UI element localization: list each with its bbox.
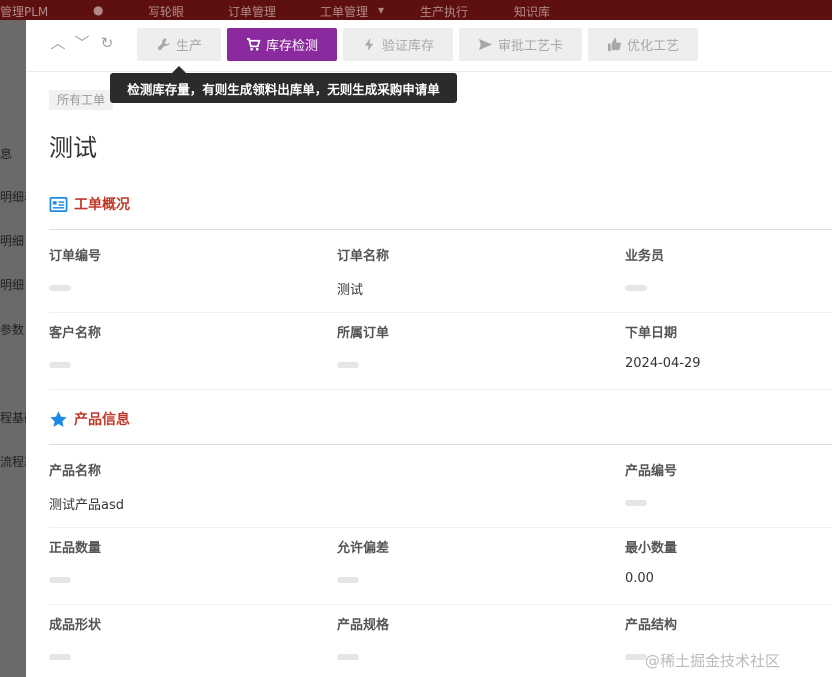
tolerance-value-empty	[337, 577, 359, 583]
spec-value-empty	[337, 654, 359, 660]
nav-dot-icon: ●	[93, 3, 104, 17]
chevron-down-icon[interactable]: ﹀	[73, 34, 91, 52]
salesperson-label: 业务员	[625, 249, 665, 264]
id-card-icon	[49, 196, 68, 212]
product-name-value: 测试产品asd	[49, 498, 124, 513]
approve-process-card-button[interactable]: 审批工艺卡	[459, 28, 582, 61]
produce-label: 生产	[175, 39, 202, 54]
nav-item[interactable]: 写轮眼	[148, 3, 184, 20]
background-sidebar: 息 明细表 明细 明细 参数 程基础 流程基	[0, 20, 36, 677]
refresh-icon[interactable]: ↻	[98, 34, 116, 52]
chevron-up-icon[interactable]: ︿	[49, 34, 67, 52]
order-no-label: 订单编号	[49, 249, 102, 264]
min-qty-label: 最小数量	[625, 541, 678, 556]
order-name-label: 订单名称	[337, 249, 390, 264]
app-name: 管理PLM	[0, 5, 49, 19]
order-name-value: 测试	[337, 283, 364, 298]
row-divider	[49, 389, 832, 390]
star-icon	[50, 410, 67, 427]
section-overview-header: 工单概况	[49, 194, 130, 214]
sidebar-item[interactable]: 息	[0, 145, 12, 162]
sidebar-item[interactable]: 明细	[0, 232, 24, 249]
parent-order-label: 所属订单	[337, 326, 390, 341]
sidebar-item[interactable]: 明细	[0, 276, 24, 293]
section-divider	[49, 229, 832, 230]
row-divider	[49, 604, 832, 605]
work-order-dialog: ︿ ﹀ ↻ 生产 库存检测 验证库存 审批工艺卡 优化工艺 所有工单 检测库存量…	[26, 20, 832, 677]
inventory-check-label: 库存检测	[265, 39, 318, 54]
customer-label: 客户名称	[49, 326, 102, 341]
sidebar-item[interactable]: 参数	[0, 321, 24, 338]
product-no-label: 产品编号	[625, 464, 678, 479]
watermark: @稀土掘金技术社区	[645, 652, 781, 670]
inventory-check-tooltip: 检测库存量，有则生成领料出库单，无则生成采购申请单	[110, 66, 457, 103]
product-name-label: 产品名称	[49, 464, 102, 479]
min-qty-value: 0.00	[625, 571, 654, 586]
optimize-process-label: 优化工艺	[626, 39, 679, 54]
optimize-process-button[interactable]: 优化工艺	[588, 28, 698, 61]
verify-inventory-button[interactable]: 验证库存	[343, 28, 453, 61]
breadcrumb[interactable]: 所有工单	[49, 90, 114, 110]
order-date-label: 下单日期	[625, 326, 678, 341]
bolt-icon	[364, 37, 374, 52]
spec-label: 产品规格	[337, 618, 390, 633]
row-divider	[49, 527, 832, 528]
section-product-title: 产品信息	[74, 412, 130, 428]
page-title: 测试	[49, 134, 97, 162]
qty-label: 正品数量	[49, 541, 102, 556]
chevron-down-icon: ▾	[378, 3, 385, 17]
nav-item[interactable]: 工单管理	[320, 3, 368, 20]
product-no-value-empty	[625, 500, 647, 506]
section-divider	[49, 444, 832, 445]
send-icon	[478, 38, 493, 51]
structure-value-empty	[625, 654, 647, 660]
cart-icon	[246, 38, 261, 51]
verify-inventory-label: 验证库存	[381, 39, 434, 54]
nav-item[interactable]: 知识库	[514, 3, 550, 20]
inventory-check-button[interactable]: 库存检测	[227, 28, 337, 61]
salesperson-value-empty	[625, 285, 647, 291]
app-topbar: 管理PLM ● 写轮眼 订单管理 工单管理 ▾ 生产执行 知识库	[0, 0, 832, 20]
wrench-icon	[157, 38, 170, 51]
qty-value-empty	[49, 577, 71, 583]
structure-label: 产品结构	[625, 618, 678, 633]
section-overview-title: 工单概况	[74, 197, 130, 213]
nav-item[interactable]: 订单管理	[228, 3, 276, 20]
approve-process-card-label: 审批工艺卡	[497, 39, 563, 54]
nav-item[interactable]: 生产执行	[420, 3, 468, 20]
thumbs-up-icon	[607, 37, 622, 52]
order-no-value-empty	[49, 285, 71, 291]
section-product-header: 产品信息	[49, 409, 130, 429]
shape-value-empty	[49, 654, 71, 660]
customer-value-empty	[49, 362, 71, 368]
row-divider	[49, 312, 832, 313]
shape-label: 成品形状	[49, 618, 102, 633]
tolerance-label: 允许偏差	[337, 541, 390, 556]
produce-button[interactable]: 生产	[137, 28, 221, 61]
order-date-value: 2024-04-29	[625, 356, 701, 371]
parent-order-value-empty	[337, 362, 359, 368]
toolbar: ︿ ﹀ ↻ 生产 库存检测 验证库存 审批工艺卡 优化工艺	[26, 20, 832, 72]
